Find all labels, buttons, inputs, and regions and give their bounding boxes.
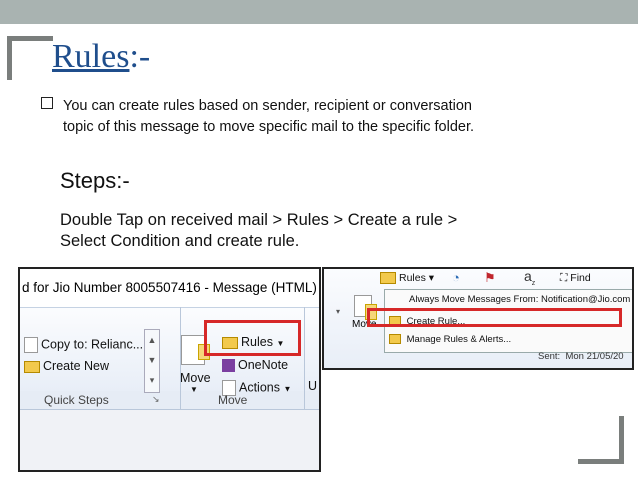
corner-bracket-top-left (7, 36, 12, 80)
expand-icon[interactable]: ▾ (145, 370, 159, 390)
corner-bracket-bottom-right (619, 416, 624, 464)
slide-title: Rules:- (52, 38, 150, 76)
onenote-icon (222, 359, 235, 373)
globe-icon: ◔ (452, 270, 460, 285)
menu-item-always-move[interactable]: Always Move Messages From: Notification@… (409, 294, 630, 305)
quick-step-copy-to[interactable]: Copy to: Relianc... (24, 337, 143, 353)
lightning-icon (24, 360, 40, 373)
scroll-up-icon[interactable]: ▲ (145, 330, 159, 350)
message-body-area (20, 410, 319, 470)
group-label-move: Move (218, 393, 248, 407)
scroll-down-icon[interactable]: ▼ (145, 350, 159, 370)
manage-rules-icon (389, 334, 401, 345)
quick-step-create-new[interactable]: Create New (24, 359, 109, 373)
ribbon-separator (304, 307, 305, 409)
partial-button-label: U (308, 379, 318, 393)
title-suffix: :- (129, 38, 151, 75)
group-label-quick-steps: Quick Steps (44, 393, 109, 407)
flag-icon: ⚑ (484, 270, 496, 285)
rules-button[interactable]: Rules ▾ (380, 272, 434, 285)
steps-heading: Steps:- (60, 168, 130, 193)
translate-icon: az (524, 268, 536, 287)
title-text: Rules (52, 38, 130, 75)
bullet-text: You can create rules based on sender, re… (63, 98, 475, 135)
copy-icon (24, 337, 38, 353)
bullet-square-icon (41, 97, 53, 109)
onenote-button[interactable]: OneNote (222, 358, 288, 373)
ribbon-top-row: Rules ▾ ◔ ⚑ az ⛶ Find (324, 269, 632, 289)
move-dropdown-icon[interactable]: ▼ (190, 385, 198, 394)
binoculars-icon: ⛶ (560, 272, 568, 284)
sent-info: Sent: Mon 21/05/20 (538, 351, 624, 362)
create-rule-highlight-box (367, 308, 622, 327)
screenshot-message-ribbon: d for Jio Number 8005507416 - Message (H… (18, 267, 321, 472)
slide-top-bar (0, 0, 638, 24)
corner-bracket-bottom-right-horizontal (578, 459, 624, 464)
find-button[interactable]: ⛶ Find (560, 272, 591, 285)
dialog-launcher-icon[interactable]: ↘ (152, 394, 160, 405)
instruction-text: Double Tap on received mail > Rules > Cr… (60, 211, 458, 250)
corner-bracket-top-left-horizontal (7, 36, 53, 41)
move-icon (181, 335, 210, 365)
move-button[interactable]: Move (180, 371, 211, 385)
window-title: d for Jio Number 8005507416 - Message (H… (20, 269, 319, 307)
expand-icon[interactable]: ▾ (336, 307, 340, 316)
quick-steps-scroll[interactable]: ▲ ▼ ▾ (144, 329, 160, 393)
rules-highlight-box (204, 320, 301, 356)
menu-item-manage-rules[interactable]: Manage Rules & Alerts... (389, 334, 511, 345)
actions-dropdown-icon: ▼ (283, 384, 292, 394)
rules-icon (380, 272, 396, 285)
